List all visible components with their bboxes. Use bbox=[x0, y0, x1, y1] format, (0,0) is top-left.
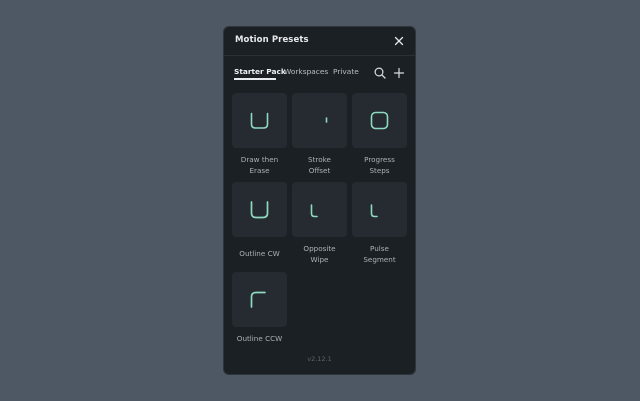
preset-label: Outline CW bbox=[239, 249, 280, 258]
tab-workspaces[interactable]: Workspaces bbox=[284, 67, 328, 76]
preset-card-opposite-wipe[interactable] bbox=[292, 182, 347, 237]
rounded-square-icon bbox=[370, 111, 389, 130]
preset-card-outline-cw[interactable] bbox=[232, 182, 287, 237]
l-shape-icon bbox=[310, 204, 318, 218]
tab-starter-pack[interactable]: Starter Pack bbox=[234, 67, 286, 76]
preset-card-outline-ccw[interactable] bbox=[232, 272, 287, 327]
motion-presets-panel: Motion Presets Starter Pack Workspaces P… bbox=[223, 26, 416, 375]
version-label: v2.12.1 bbox=[307, 355, 332, 363]
tab-private[interactable]: Private bbox=[333, 67, 359, 76]
dash-icon bbox=[325, 117, 328, 123]
active-tab-indicator bbox=[234, 78, 276, 80]
panel-header: Motion Presets bbox=[224, 27, 415, 56]
preset-label: Pulse Segment bbox=[363, 244, 396, 264]
plus-icon[interactable] bbox=[392, 65, 406, 79]
u-shape-icon bbox=[250, 112, 269, 129]
preset-card-pulse-segment[interactable] bbox=[352, 182, 407, 237]
tab-bar: Starter Pack Workspaces Private bbox=[234, 67, 415, 83]
preset-label: Outline CCW bbox=[236, 334, 283, 343]
preset-card-draw-then-erase[interactable] bbox=[232, 93, 287, 148]
preset-label: Draw then Erase bbox=[240, 155, 279, 175]
u-shape-thick-icon bbox=[250, 201, 269, 219]
panel-title: Motion Presets bbox=[235, 35, 309, 45]
preset-label: Progress Steps bbox=[364, 155, 395, 175]
search-icon[interactable] bbox=[373, 65, 387, 79]
preset-card-stroke-offset[interactable] bbox=[292, 93, 347, 148]
preset-label: Opposite Wipe bbox=[303, 244, 336, 264]
close-icon[interactable] bbox=[392, 33, 406, 47]
c-shape-icon bbox=[250, 291, 266, 308]
preset-label: Stroke Offset bbox=[308, 155, 331, 175]
preset-card-progress-steps[interactable] bbox=[352, 93, 407, 148]
l-shape-icon bbox=[370, 204, 378, 218]
